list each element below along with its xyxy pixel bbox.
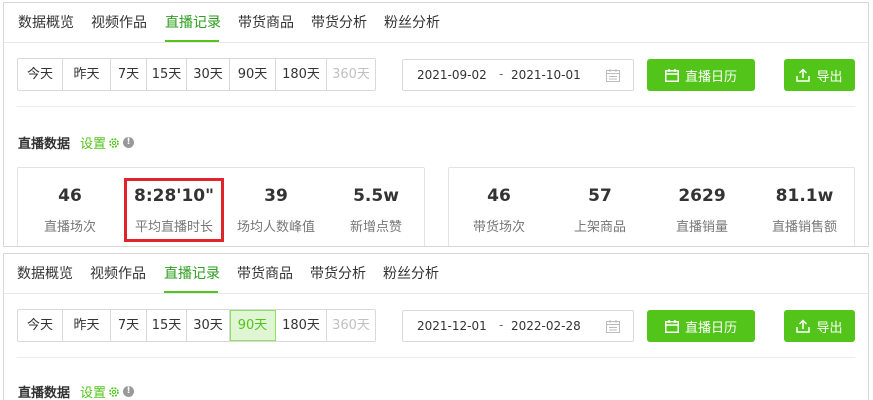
export-label: 导出 — [816, 69, 843, 85]
date-end: 2021-10-01 — [511, 68, 581, 82]
sales-stats-group: 46 带货场次 57 上架商品 2629 直播销量 81.1w 直播销售额 — [448, 167, 856, 246]
tab-videos[interactable]: 视频作品 — [91, 12, 147, 32]
tab-products[interactable]: 带货商品 — [237, 263, 293, 283]
export-label: 导出 — [816, 320, 843, 336]
nav-tabs: 数据概览 视频作品 直播记录 带货商品 带货分析 粉丝分析 — [4, 254, 868, 294]
range-15d-button[interactable]: 15天 — [147, 310, 187, 341]
highlight-annotation — [124, 178, 224, 242]
tab-fans-analysis[interactable]: 粉丝分析 — [384, 12, 440, 32]
info-icon[interactable]: ! — [123, 386, 135, 397]
stat-label: 新增点赞 — [349, 220, 402, 235]
stat-value: 39 — [264, 186, 288, 206]
stat-label: 上架商品 — [573, 220, 626, 235]
settings-label: 设置 — [80, 137, 107, 152]
tab-overview[interactable]: 数据概览 — [18, 12, 74, 32]
range-90d-button[interactable]: 90天 — [230, 310, 276, 341]
range-7d-button[interactable]: 7天 — [111, 59, 147, 90]
stat-value: 57 — [588, 186, 612, 206]
stat-sales-sessions: 46 带货场次 — [449, 168, 549, 246]
stat-live-sales-amount: 81.1w 直播销售额 — [753, 168, 856, 246]
stat-value: 81.1w — [775, 186, 834, 206]
stat-value: 46 — [487, 186, 511, 206]
stat-live-count: 46 直播场次 — [18, 168, 122, 246]
tab-sales-analysis[interactable]: 带货分析 — [311, 12, 367, 32]
gear-icon — [109, 137, 119, 148]
divider — [17, 357, 855, 358]
tab-live-records[interactable]: 直播记录 — [165, 12, 221, 32]
date-end: 2022-02-28 — [511, 319, 581, 333]
stat-peak-viewers: 39 场均人数峰值 — [226, 168, 326, 246]
nav-tabs: 数据概览 视频作品 直播记录 带货商品 带货分析 粉丝分析 — [4, 3, 868, 43]
date-range-buttons: 今天 昨天 7天 15天 30天 90天 180天 360天 — [17, 309, 376, 342]
stat-new-likes: 5.5w 新增点赞 — [326, 168, 426, 246]
live-calendar-button[interactable]: 直播日历 — [647, 59, 755, 91]
range-today-button[interactable]: 今天 — [18, 59, 63, 90]
live-calendar-label: 直播日历 — [684, 320, 737, 336]
info-icon[interactable]: ! — [123, 137, 135, 148]
active-tab-indicator — [164, 291, 218, 293]
range-yesterday-button[interactable]: 昨天 — [63, 310, 111, 341]
range-30d-button[interactable]: 30天 — [187, 59, 230, 90]
export-button[interactable]: 导出 — [784, 310, 855, 342]
date-range-picker[interactable]: 2021-09-02 - 2021-10-01 — [402, 59, 634, 91]
tab-sales-analysis[interactable]: 带货分析 — [310, 263, 366, 283]
calendar-icon — [664, 68, 679, 82]
range-7d-button[interactable]: 7天 — [111, 310, 147, 341]
active-tab-indicator — [165, 40, 219, 42]
tab-videos[interactable]: 视频作品 — [90, 263, 146, 283]
date-separator: - — [499, 67, 504, 81]
date-start: 2021-12-01 — [417, 319, 487, 333]
range-360d-button[interactable]: 360天 — [327, 310, 375, 341]
tab-products[interactable]: 带货商品 — [238, 12, 294, 32]
stat-label: 场均人数峰值 — [236, 220, 315, 235]
range-15d-button[interactable]: 15天 — [147, 59, 187, 90]
range-180d-button[interactable]: 180天 — [276, 59, 327, 90]
live-record-panel-top: 数据概览 视频作品 直播记录 带货商品 带货分析 粉丝分析 今天 昨天 7天 1… — [3, 2, 869, 247]
stat-label: 直播销售额 — [771, 220, 837, 235]
range-180d-button[interactable]: 180天 — [276, 310, 327, 341]
stat-live-sales-volume: 2629 直播销量 — [651, 168, 753, 246]
export-button[interactable]: 导出 — [784, 59, 855, 91]
range-360d-button[interactable]: 360天 — [327, 59, 375, 90]
settings-label: 设置 — [80, 386, 107, 400]
stat-label: 直播销量 — [675, 220, 728, 235]
tab-live-records[interactable]: 直播记录 — [164, 263, 220, 283]
section-title: 直播数据 — [18, 386, 71, 400]
upload-icon — [796, 319, 811, 333]
stat-value: 46 — [58, 186, 82, 206]
stat-label: 直播场次 — [43, 220, 96, 235]
date-separator: - — [499, 318, 504, 332]
settings-link[interactable]: 设置 — [80, 382, 120, 400]
tab-fans-analysis[interactable]: 粉丝分析 — [383, 263, 439, 283]
live-record-panel-bottom: 数据概览 视频作品 直播记录 带货商品 带货分析 粉丝分析 今天 昨天 7天 1… — [3, 253, 869, 400]
stat-listed-products: 57 上架商品 — [549, 168, 651, 246]
divider — [17, 106, 855, 107]
section-header: 直播数据 设置 ! — [18, 133, 135, 152]
calendar-icon — [606, 320, 620, 333]
calendar-icon — [664, 319, 679, 333]
calendar-icon — [606, 69, 620, 82]
live-calendar-label: 直播日历 — [684, 69, 737, 85]
stat-value: 2629 — [678, 186, 726, 206]
gear-icon — [109, 386, 119, 397]
section-title: 直播数据 — [18, 137, 71, 152]
settings-link[interactable]: 设置 — [80, 133, 120, 152]
date-start: 2021-09-02 — [417, 68, 487, 82]
live-calendar-button[interactable]: 直播日历 — [647, 310, 755, 342]
stat-label: 带货场次 — [472, 220, 525, 235]
stat-value: 5.5w — [353, 186, 399, 206]
date-range-picker[interactable]: 2021-12-01 - 2022-02-28 — [402, 310, 634, 342]
range-yesterday-button[interactable]: 昨天 — [63, 59, 111, 90]
range-30d-button[interactable]: 30天 — [187, 310, 230, 341]
range-90d-button[interactable]: 90天 — [230, 59, 276, 90]
section-header: 直播数据 设置 ! — [18, 382, 135, 400]
upload-icon — [796, 68, 811, 82]
range-today-button[interactable]: 今天 — [18, 310, 63, 341]
tab-overview[interactable]: 数据概览 — [17, 263, 73, 283]
date-range-buttons: 今天 昨天 7天 15天 30天 90天 180天 360天 — [17, 58, 376, 91]
